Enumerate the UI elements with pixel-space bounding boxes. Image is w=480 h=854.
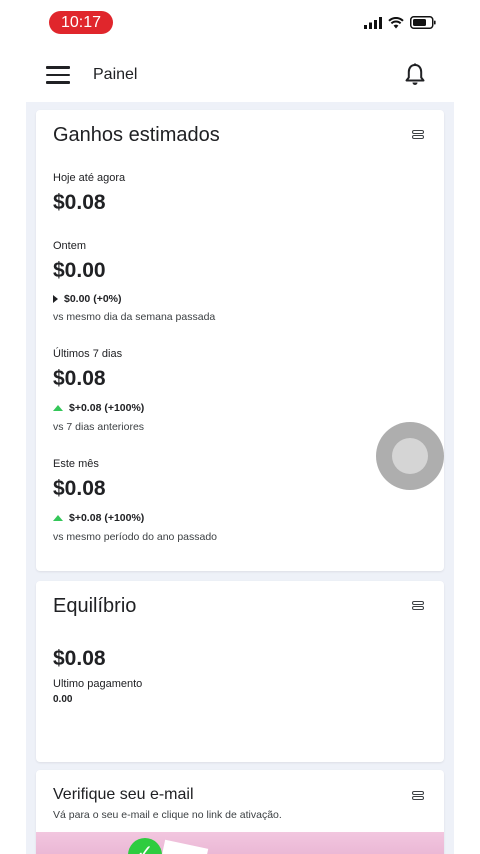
card-title: Equilíbrio <box>53 595 137 617</box>
status-bar: 10:17 <box>0 0 480 46</box>
balance-card: Equilíbrio $0.08 Ultimo pagamento 0.00 <box>36 581 444 762</box>
signal-icon <box>364 16 382 29</box>
hamburger-icon[interactable] <box>46 66 70 84</box>
checkmark-icon: ✓ <box>128 838 162 854</box>
month-delta: $+0.08 (+100%) <box>53 512 144 524</box>
up-arrow-icon <box>53 515 63 521</box>
envelope-icon <box>159 839 209 854</box>
card-menu-icon[interactable] <box>412 130 426 140</box>
card-menu-icon[interactable] <box>412 601 426 611</box>
balance-amount: $0.08 <box>53 647 106 670</box>
status-time: 10:17 <box>49 11 113 34</box>
yesterday-amount: $0.00 <box>53 259 106 282</box>
verify-subtitle: Vá para o seu e-mail e clique no link de… <box>53 809 282 821</box>
bell-icon[interactable] <box>404 63 426 87</box>
assistive-touch-inner <box>392 438 428 474</box>
last7-delta: $+0.08 (+100%) <box>53 402 144 414</box>
battery-icon <box>410 16 436 29</box>
last7-delta-value: $+0.08 (+100%) <box>69 402 145 414</box>
earnings-card: Ganhos estimados Hoje até agora $0.08 On… <box>36 110 444 571</box>
last-payment-value: 0.00 <box>53 694 73 705</box>
up-arrow-icon <box>53 405 63 411</box>
wifi-icon <box>388 16 404 28</box>
last-payment-label: Ultimo pagamento <box>53 678 143 690</box>
verify-email-card[interactable]: Verifique seu e-mail Vá para o seu e-mai… <box>36 770 444 854</box>
yesterday-delta-value: $0.00 (+0%) <box>64 293 122 305</box>
card-title: Verifique seu e-mail <box>53 786 194 803</box>
month-delta-value: $+0.08 (+100%) <box>69 512 145 524</box>
neutral-arrow-icon <box>53 295 58 303</box>
assistive-touch-button[interactable] <box>376 422 444 490</box>
last7-label: Últimos 7 dias <box>53 348 123 360</box>
yesterday-delta: $0.00 (+0%) <box>53 293 122 305</box>
card-menu-icon[interactable] <box>412 791 426 801</box>
card-title: Ganhos estimados <box>53 124 220 146</box>
status-icons <box>364 16 436 29</box>
month-comparison: vs mesmo período do ano passado <box>53 531 218 543</box>
today-label: Hoje até agora <box>53 172 126 184</box>
month-label: Este mês <box>53 458 99 470</box>
last7-amount: $0.08 <box>53 367 106 390</box>
month-amount: $0.08 <box>53 477 106 500</box>
yesterday-comparison: vs mesmo dia da semana passada <box>53 311 216 323</box>
yesterday-label: Ontem <box>53 240 87 252</box>
last7-comparison: vs 7 dias anteriores <box>53 421 145 433</box>
app-bar: Painel <box>0 46 480 104</box>
verify-illustration: ✓ <box>36 832 444 854</box>
today-amount: $0.08 <box>53 191 106 214</box>
page-title: Painel <box>93 66 138 83</box>
